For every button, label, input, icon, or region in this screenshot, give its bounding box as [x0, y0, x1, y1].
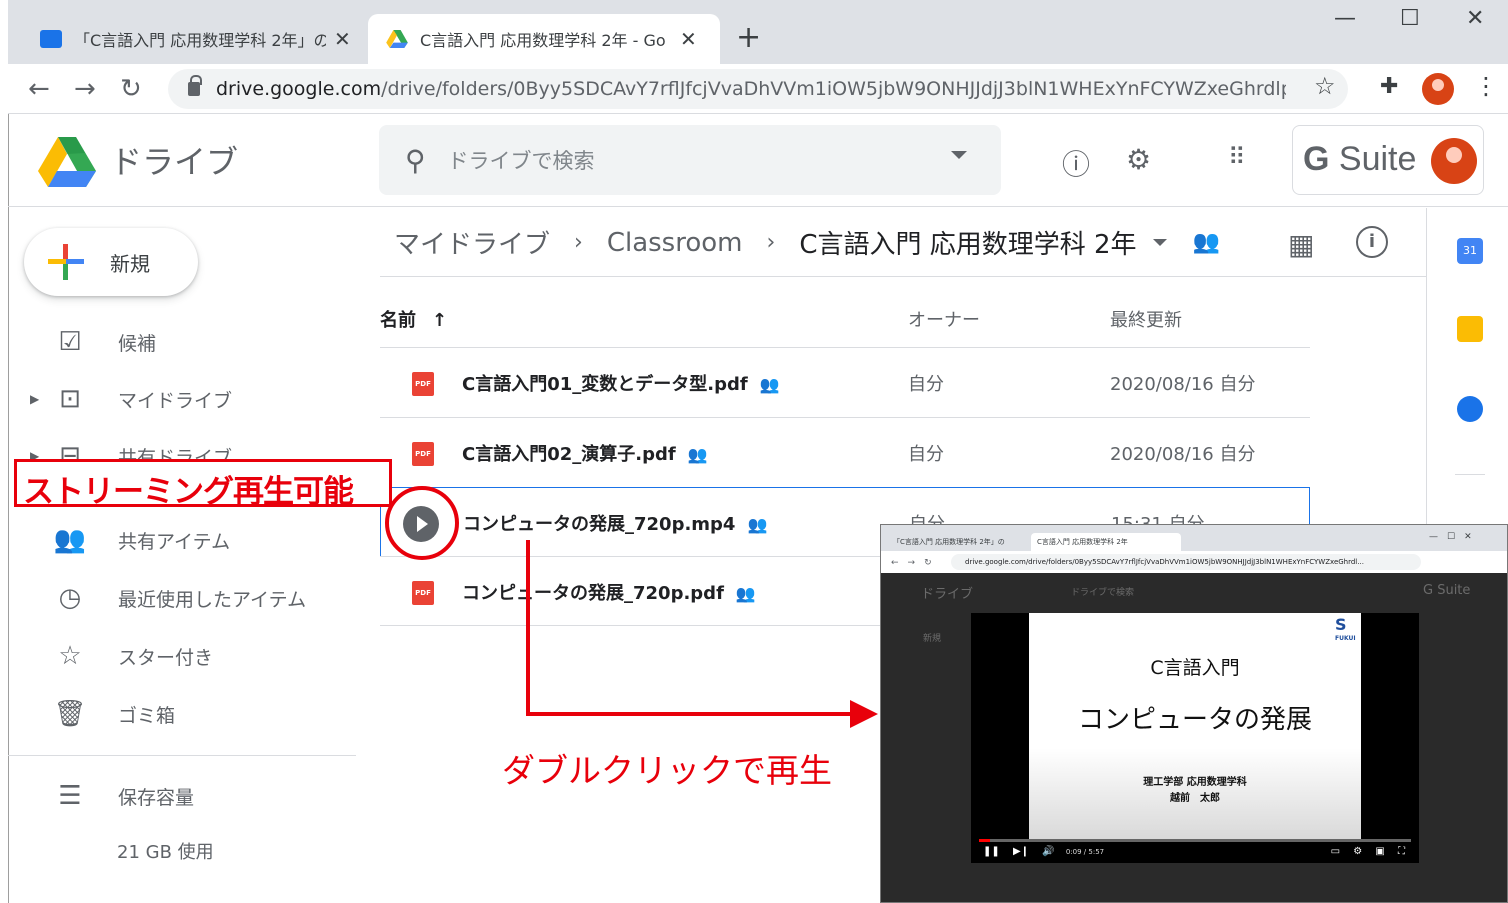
fullscreen-icon[interactable]: ⛶ [1398, 846, 1405, 857]
inset-url: drive.google.com/drive/folders/0Byy5SDCA… [951, 554, 1421, 570]
inset-tab: C言語入門 応用数理学科 2年 [1031, 533, 1181, 551]
double-click-annotation: ダブルクリックで再生 [502, 751, 832, 790]
video-progress-bar[interactable] [979, 839, 1411, 842]
university-logo: S FUKUI [1335, 615, 1356, 642]
miniplayer-icon[interactable]: ▣ [1375, 846, 1384, 857]
video-time: 0:09 / 5:57 [1065, 848, 1105, 856]
video-slide: S FUKUI C言語入門 コンピュータの発展 理工学部 応用数理学科 越前 太郎 [1029, 613, 1361, 839]
captions-icon[interactable]: ▭ [1331, 846, 1340, 857]
pause-icon[interactable]: ❚❚ [983, 846, 1000, 857]
inset-tab: 「C言語入門 応用数理学科 2年」の [893, 538, 1005, 546]
volume-icon[interactable]: 🔊 [1042, 846, 1054, 857]
video-preview-screenshot: 「C言語入門 応用数理学科 2年」の C言語入門 応用数理学科 2年 — ☐ ✕… [880, 524, 1508, 903]
settings-icon[interactable]: ⚙ [1353, 846, 1362, 857]
video-player[interactable]: S FUKUI C言語入門 コンピュータの発展 理工学部 応用数理学科 越前 太郎… [971, 613, 1419, 863]
next-icon[interactable]: ▶❙ [1013, 846, 1029, 857]
